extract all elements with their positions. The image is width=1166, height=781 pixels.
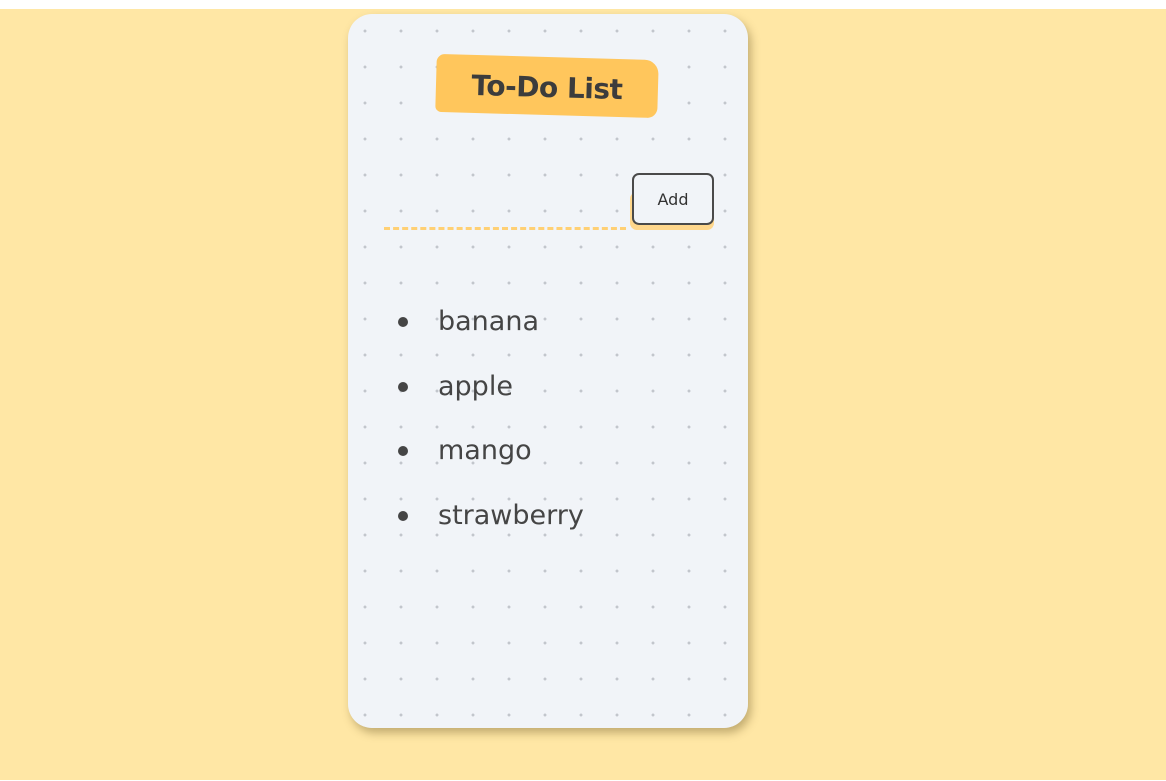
bullet-icon [398, 446, 408, 456]
list-item: banana [398, 290, 718, 355]
add-button[interactable]: Add [632, 173, 714, 225]
todo-item-label: banana [438, 306, 539, 337]
todo-item-label: strawberry [438, 499, 584, 531]
todo-list: banana apple mango strawberry [398, 290, 718, 548]
list-item: strawberry [398, 484, 718, 549]
bullet-icon [398, 317, 408, 327]
todo-card: To-Do List Add banana apple mango strawb… [348, 14, 748, 728]
list-item: apple [398, 355, 718, 420]
add-todo-form: Add [384, 172, 714, 234]
page-title: To-Do List [471, 68, 623, 107]
todo-item-label: mango [438, 435, 532, 466]
todo-item-label: apple [438, 370, 513, 402]
bullet-icon [398, 381, 408, 392]
todo-input[interactable] [384, 190, 626, 230]
list-item: mango [398, 419, 718, 484]
bullet-icon [398, 510, 408, 521]
